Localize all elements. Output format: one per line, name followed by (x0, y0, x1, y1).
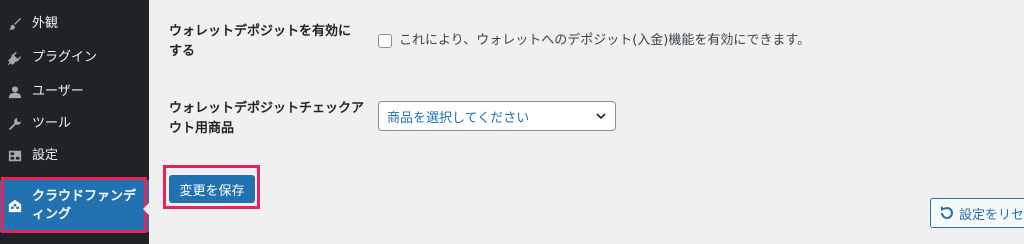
sidebar-item-tools[interactable]: ツール (0, 108, 149, 140)
settings-form: ウォレットデポジットを有効にする これにより、ウォレットへのデポジット(入金)機… (149, 0, 1024, 244)
sidebar-item-appearance[interactable]: 外観 (0, 8, 149, 40)
sidebar-item-label: 外観 (32, 16, 59, 31)
deposit-product-select[interactable]: 商品を選択してください (378, 101, 616, 131)
deposit-enable-label: ウォレットデポジットを有効にする (169, 24, 352, 59)
paintbrush-icon (8, 17, 22, 31)
admin-screen: 外観 プラグイン ユーザー ツール 設定 クラウドファンディング ウォレットデポ… (0, 0, 1024, 244)
reset-settings-button[interactable]: 設定をリセット (930, 198, 1024, 228)
sidebar-item-crowdfunding[interactable]: クラウドファンディング (0, 180, 149, 232)
sidebar-item-label: プラグイン (32, 50, 98, 65)
wrench-icon (8, 117, 22, 131)
crowdfunding-icon (8, 199, 22, 213)
reset-settings-label: 設定をリセット (959, 207, 1024, 223)
plugin-icon (8, 51, 22, 65)
sidebar-item-users[interactable]: ユーザー (0, 76, 149, 108)
sidebar-item-settings[interactable]: 設定 (0, 140, 149, 172)
sidebar-item-label: ユーザー (32, 84, 84, 99)
save-button[interactable]: 変更を保存 (169, 175, 255, 203)
deposit-enable-description: これにより、ウォレットへのデポジット(入金)機能を有効にできます。 (399, 33, 811, 48)
user-icon (8, 85, 22, 99)
deposit-enable-checkbox[interactable] (378, 34, 392, 48)
deposit-product-selected: 商品を選択してください (387, 110, 530, 126)
deposit-product-label: ウォレットデポジットチェックアウト用商品 (169, 101, 365, 136)
sidebar-item-label: ツール (32, 116, 72, 131)
chevron-down-icon (596, 113, 606, 120)
sidebar-item-plugins[interactable]: プラグイン (0, 42, 149, 74)
sidebar-item-label: クラウドファンディング (32, 189, 137, 222)
sidebar-item-label: 設定 (32, 148, 59, 163)
undo-icon (939, 205, 955, 221)
admin-sidebar: 外観 プラグイン ユーザー ツール 設定 クラウドファンディング (0, 0, 151, 244)
settings-icon (8, 149, 22, 163)
